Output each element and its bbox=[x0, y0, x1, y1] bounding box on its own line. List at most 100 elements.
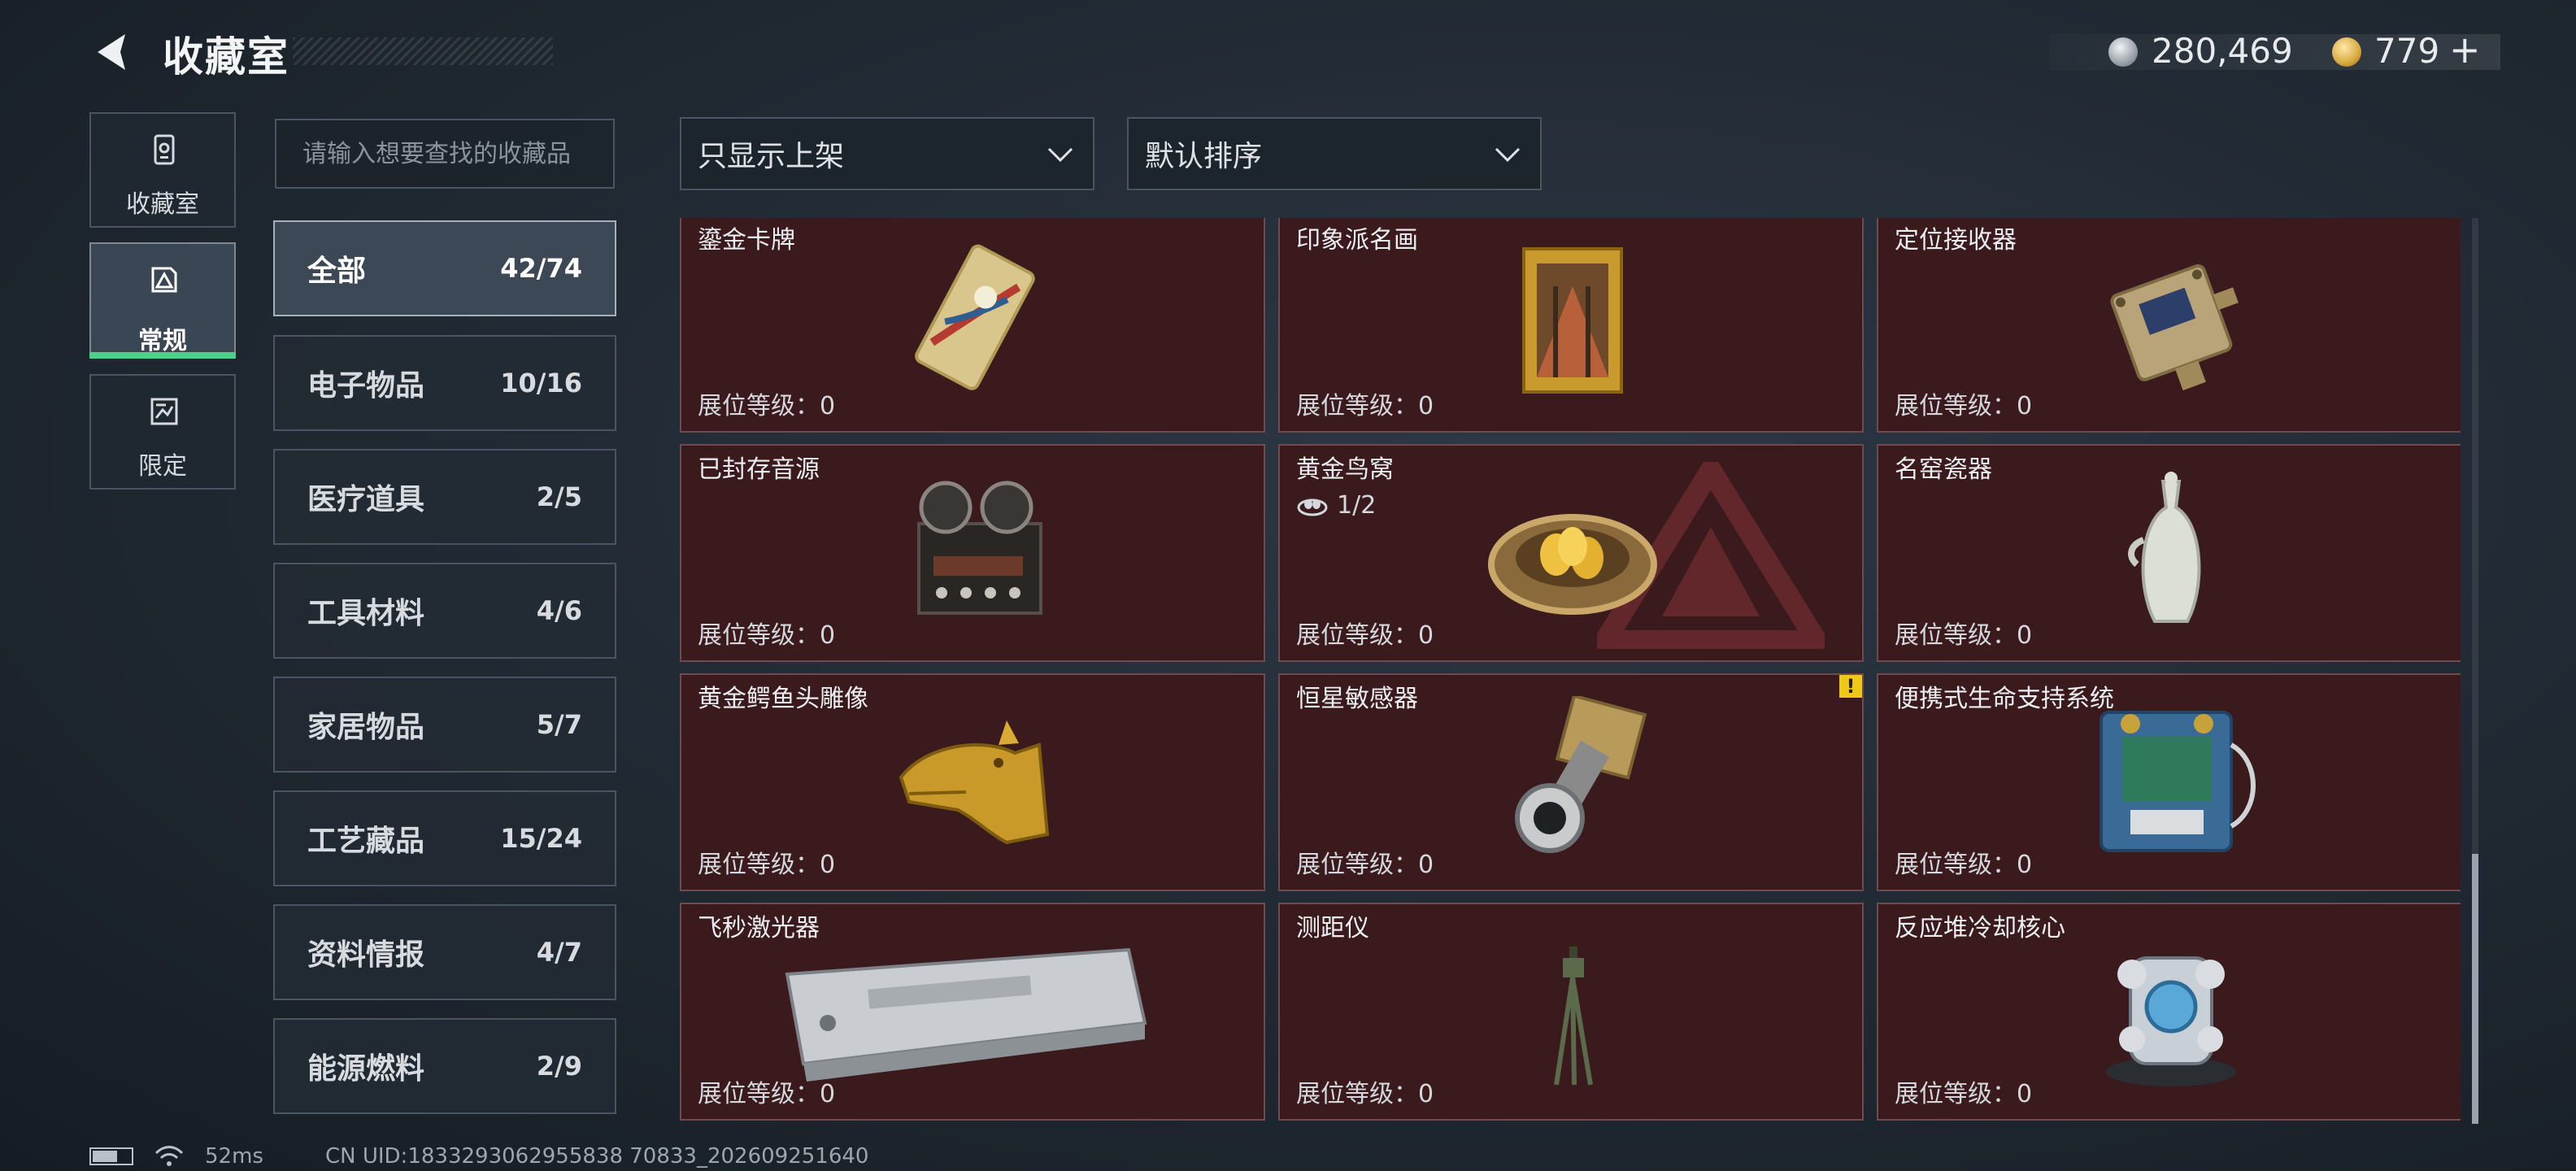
collection-card[interactable]: 飞秒激光器 展位等级：0 bbox=[680, 903, 1265, 1121]
booth-level: 展位等级：0 bbox=[698, 851, 836, 879]
framed-painting-icon bbox=[1522, 247, 1623, 394]
sort-value: 默认排序 bbox=[1145, 140, 1263, 173]
nest-count-icon bbox=[1297, 498, 1328, 516]
category-intel[interactable]: 资料情报 4/7 bbox=[273, 904, 616, 1000]
category-count: 2/5 bbox=[536, 481, 582, 512]
booth-level: 展位等级：0 bbox=[698, 392, 836, 420]
item-name: 已封存音源 bbox=[698, 455, 820, 484]
collection-card[interactable]: 印象派名画 展位等级：0 bbox=[1278, 218, 1864, 433]
silver-coin-icon bbox=[2108, 37, 2138, 67]
category-count: 10/16 bbox=[500, 368, 582, 398]
reel-tape-recorder-icon bbox=[917, 481, 1042, 615]
locator-receiver-icon bbox=[2110, 263, 2239, 391]
booth-level: 展位等级：0 bbox=[1296, 851, 1434, 879]
item-name: 黄金鳄鱼头雕像 bbox=[698, 685, 868, 713]
collection-card[interactable]: 便携式生命支持系统 展位等级：0 bbox=[1877, 673, 2461, 891]
booth-level: 展位等级：0 bbox=[1895, 851, 2033, 879]
display-filter-dropdown[interactable]: 只显示上架 bbox=[680, 117, 1094, 190]
ping-value: 52ms bbox=[205, 1144, 263, 1169]
item-count: 1/2 bbox=[1296, 491, 1376, 520]
gold-coin-icon bbox=[2332, 37, 2361, 67]
collection-card[interactable]: 测距仪 展位等级：0 bbox=[1278, 903, 1864, 1121]
category-household[interactable]: 家居物品 5/7 bbox=[273, 677, 616, 773]
reactor-core-icon bbox=[2106, 956, 2236, 1086]
category-count: 15/24 bbox=[500, 823, 582, 854]
category-label: 能源燃料 bbox=[307, 1052, 425, 1086]
add-currency-button[interactable]: + bbox=[2449, 31, 2481, 68]
item-name: 印象派名画 bbox=[1296, 226, 1418, 255]
uid-text: CN UID:1833293062955838 70833_2026092516… bbox=[324, 1144, 869, 1169]
collection-room-icon bbox=[154, 134, 175, 165]
grid-scrollbar-thumb[interactable] bbox=[2472, 854, 2478, 1124]
category-label: 工艺藏品 bbox=[307, 825, 425, 858]
category-label: 全部 bbox=[307, 255, 367, 288]
life-support-icon bbox=[2100, 711, 2256, 852]
wifi-icon bbox=[154, 1146, 184, 1166]
item-name: 反应堆冷却核心 bbox=[1895, 914, 2065, 942]
nav-tab-collection-room[interactable]: 收藏室 bbox=[89, 112, 236, 228]
nav-tab-limited[interactable]: 限定 bbox=[89, 374, 236, 490]
category-medical[interactable]: 医疗道具 2/5 bbox=[273, 449, 616, 545]
item-name: 黄金鸟窝 bbox=[1296, 455, 1394, 484]
rangefinder-tripod-icon bbox=[1554, 947, 1593, 1086]
warning-badge-icon: ! bbox=[1839, 675, 1862, 698]
regular-icon bbox=[151, 267, 177, 293]
collection-card[interactable]: ! 恒星敏感器 展位等级：0 bbox=[1278, 673, 1864, 891]
nav-tab-label: 常规 bbox=[138, 327, 187, 355]
status-bar: 52ms CN UID:1833293062955838 70833_20260… bbox=[89, 1144, 869, 1169]
silver-currency-amount: 280,469 bbox=[2152, 31, 2293, 71]
chevron-down-icon bbox=[1495, 147, 1521, 163]
item-name: 鎏金卡牌 bbox=[698, 226, 795, 255]
collection-card[interactable]: 已封存音源 展位等级：0 bbox=[680, 444, 1265, 662]
chevron-down-icon bbox=[1047, 147, 1073, 163]
battery-icon bbox=[89, 1147, 133, 1165]
nav-tab-label: 限定 bbox=[138, 452, 187, 481]
star-sensor-icon bbox=[1515, 696, 1647, 853]
collection-card[interactable]: 黄金鳄鱼头雕像 展位等级：0 bbox=[680, 673, 1265, 891]
gilded-card-icon bbox=[915, 244, 1035, 390]
collection-card[interactable]: 反应堆冷却核心 展位等级：0 bbox=[1877, 903, 2461, 1121]
collection-card[interactable]: 定位接收器 展位等级：0 bbox=[1877, 218, 2461, 433]
title-decoration bbox=[293, 37, 553, 65]
nav-active-indicator bbox=[89, 352, 236, 359]
collection-card[interactable]: 名窑瓷器 展位等级：0 bbox=[1877, 444, 2461, 662]
nav-tab-regular[interactable]: 常规 bbox=[89, 242, 236, 358]
collection-grid: 鎏金卡牌 展位等级：0 印象派名画 展位等级：0 定位接收器 展位等级：0 已封… bbox=[680, 218, 2461, 1124]
collection-card[interactable]: 黄金鸟窝 1/2 展位等级：0 bbox=[1278, 444, 1864, 662]
golden-crocodile-head-icon bbox=[899, 720, 1050, 845]
item-count-value: 1/2 bbox=[1337, 491, 1377, 520]
category-electronics[interactable]: 电子物品 10/16 bbox=[273, 335, 616, 431]
item-name: 名窑瓷器 bbox=[1895, 455, 1992, 484]
category-count: 2/9 bbox=[536, 1051, 582, 1082]
category-label: 资料情报 bbox=[307, 938, 425, 972]
category-label: 医疗道具 bbox=[307, 483, 425, 516]
item-name: 恒星敏感器 bbox=[1296, 685, 1418, 713]
category-count: 5/7 bbox=[536, 709, 582, 740]
search-input[interactable] bbox=[301, 138, 589, 169]
gold-currency-amount: 779 bbox=[2374, 31, 2440, 71]
page-title: 收藏室 bbox=[163, 33, 289, 81]
sort-dropdown[interactable]: 默认排序 bbox=[1127, 117, 1542, 190]
search-box[interactable] bbox=[275, 119, 615, 189]
category-crafts[interactable]: 工艺藏品 15/24 bbox=[273, 790, 616, 886]
category-count: 4/6 bbox=[536, 595, 582, 626]
femtosecond-laser-icon bbox=[785, 947, 1147, 1082]
booth-level: 展位等级：0 bbox=[698, 621, 836, 650]
booth-level: 展位等级：0 bbox=[1296, 621, 1434, 650]
back-arrow-icon[interactable] bbox=[89, 29, 135, 75]
display-filter-value: 只显示上架 bbox=[698, 140, 845, 173]
nav-tab-label: 收藏室 bbox=[126, 190, 199, 219]
category-label: 工具材料 bbox=[307, 597, 425, 630]
category-all[interactable]: 全部 42/74 bbox=[273, 220, 616, 316]
collection-card[interactable]: 鎏金卡牌 展位等级：0 bbox=[680, 218, 1265, 433]
booth-level: 展位等级：0 bbox=[1895, 1080, 2033, 1108]
booth-level: 展位等级：0 bbox=[1296, 392, 1434, 420]
category-label: 电子物品 bbox=[307, 369, 425, 403]
booth-level: 展位等级：0 bbox=[1296, 1080, 1434, 1108]
limited-icon bbox=[150, 398, 178, 425]
golden-nest-icon bbox=[1488, 514, 1657, 615]
porcelain-vase-icon bbox=[2128, 472, 2201, 623]
category-count: 4/7 bbox=[536, 937, 582, 968]
category-tools[interactable]: 工具材料 4/6 bbox=[273, 563, 616, 659]
category-energy[interactable]: 能源燃料 2/9 bbox=[273, 1018, 616, 1114]
